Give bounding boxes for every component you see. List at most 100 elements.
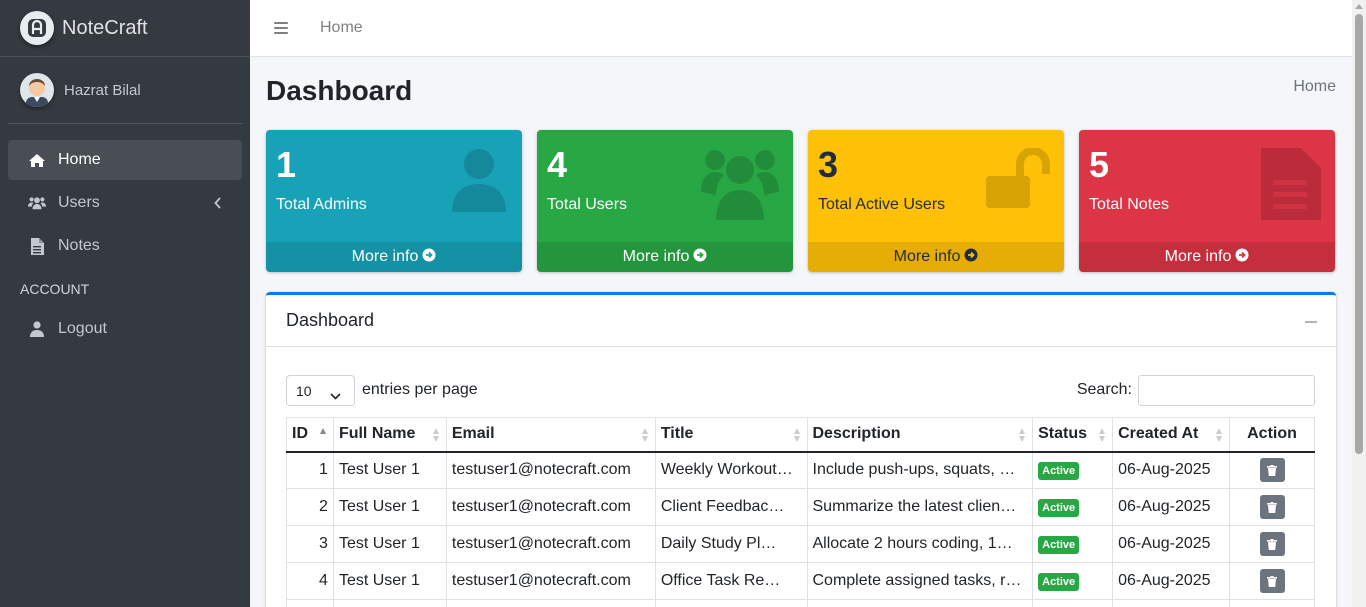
delete-button[interactable] xyxy=(1259,495,1285,519)
stat-label: Total Notes xyxy=(1089,196,1170,213)
column-header-status[interactable]: Status xyxy=(1032,417,1114,453)
table-header-row: ID Full Name Email Title Description Sta… xyxy=(286,417,1315,453)
entries-per-page-select[interactable]: 10 xyxy=(286,375,355,406)
users-icon xyxy=(28,195,46,211)
status-badge: Active xyxy=(1038,498,1080,517)
unlock-icon xyxy=(984,147,1050,213)
sidebar-item-notes[interactable]: Notes xyxy=(8,226,242,266)
user-icon xyxy=(450,148,508,217)
cell-full-name: Test User 1 xyxy=(332,562,447,600)
sort-icon xyxy=(1099,428,1106,442)
stat-value: 4 xyxy=(547,144,568,185)
more-info-link[interactable]: More info xyxy=(537,242,793,272)
sort-icon xyxy=(1216,428,1223,442)
more-info-label: More info xyxy=(622,248,690,265)
sort-icon xyxy=(793,428,801,442)
stat-box-users: 4 Total Users More info xyxy=(537,130,793,272)
file-icon xyxy=(1261,148,1321,225)
cell-status: Active xyxy=(1032,451,1114,489)
cell-created-at: 06-Aug-2025 xyxy=(1112,525,1231,563)
cell-email: testuser1@notecraft.com xyxy=(445,525,656,563)
sidebar-item-label: Home xyxy=(58,151,101,168)
stat-box-notes: 5 Total Notes More info xyxy=(1079,130,1335,272)
table-row: 2 Test User 1 testuser1@notecraft.com Cl… xyxy=(286,488,1315,526)
column-header-id[interactable]: ID xyxy=(286,417,334,453)
breadcrumb[interactable]: Home xyxy=(1293,78,1336,96)
more-info-link[interactable]: More info xyxy=(266,242,522,272)
stat-box-admins: 1 Total Admins More info xyxy=(266,130,522,272)
search-input[interactable] xyxy=(1138,375,1315,406)
sidebar-item-users[interactable]: Users xyxy=(8,183,242,223)
sidebar-item-label: Notes xyxy=(58,237,100,254)
more-info-link[interactable]: More info xyxy=(808,242,1064,272)
search-label: Search: xyxy=(1076,381,1132,398)
sort-icon xyxy=(432,428,440,442)
sidebar-item-logout[interactable]: Logout xyxy=(8,309,242,349)
user-icon xyxy=(28,321,46,337)
sidebar-item-home[interactable]: Home xyxy=(8,140,242,180)
chevron-left-icon xyxy=(214,196,222,214)
cell-id: 3 xyxy=(286,525,334,563)
brand-link[interactable]: NoteCraft xyxy=(0,0,250,57)
column-header-action: Action xyxy=(1229,417,1315,453)
sidebar-item-label: Users xyxy=(58,194,100,211)
cell-action xyxy=(1229,451,1315,489)
scroll-up-arrow-icon[interactable] xyxy=(1355,4,1363,9)
sort-icon xyxy=(641,428,649,442)
menu-toggle-icon[interactable] xyxy=(274,22,288,34)
status-badge: Active xyxy=(1038,535,1080,554)
cell-email: testuser1@notecraft.com xyxy=(445,451,656,489)
table-row xyxy=(286,599,1315,607)
scrollbar-thumb[interactable] xyxy=(1355,14,1363,454)
top-nav-home-link[interactable]: Home xyxy=(320,19,363,37)
delete-button[interactable] xyxy=(1259,458,1285,483)
column-header-email[interactable]: Email xyxy=(445,417,656,453)
sidebar-nav: Home Users Notes ACCOUNT Logout xyxy=(0,124,250,349)
arrow-circle-right-icon xyxy=(1235,248,1249,267)
arrow-circle-right-icon xyxy=(422,248,436,267)
cell-created-at: 06-Aug-2025 xyxy=(1112,488,1231,526)
column-header-full-name[interactable]: Full Name xyxy=(332,417,447,453)
avatar xyxy=(20,73,54,107)
sidebar-section-header: ACCOUNT xyxy=(20,281,90,297)
cell-title: Office Task Re… xyxy=(654,562,808,600)
user-panel[interactable]: Hazrat Bilal xyxy=(8,57,242,124)
cell-partial xyxy=(286,599,334,607)
entries-select-value: 10 xyxy=(296,382,312,399)
cell-id: 2 xyxy=(286,488,334,526)
delete-button[interactable] xyxy=(1259,569,1285,593)
status-badge: Active xyxy=(1038,572,1080,591)
minus-icon[interactable] xyxy=(1305,321,1317,323)
cell-description: Complete assigned tasks, r… xyxy=(806,562,1034,600)
table-row: 3 Test User 1 testuser1@notecraft.com Da… xyxy=(286,525,1315,563)
stat-value: 1 xyxy=(276,144,297,185)
cell-full-name: Test User 1 xyxy=(332,525,447,563)
column-header-title[interactable]: Title xyxy=(654,417,808,453)
cell-action xyxy=(1229,488,1315,526)
cell-description: Allocate 2 hours coding, 1… xyxy=(806,525,1034,563)
more-info-link[interactable]: More info xyxy=(1079,242,1335,272)
brand-name: NoteCraft xyxy=(62,16,148,39)
trash-icon xyxy=(1267,538,1277,550)
cell-status: Active xyxy=(1032,525,1114,563)
stat-value: 5 xyxy=(1089,144,1110,185)
page-scrollbar[interactable] xyxy=(1352,0,1366,607)
file-icon xyxy=(28,237,46,255)
delete-button[interactable] xyxy=(1259,532,1285,556)
page-title: Dashboard xyxy=(266,75,413,106)
status-badge: Active xyxy=(1038,461,1080,480)
column-header-created-at[interactable]: Created At xyxy=(1112,417,1231,453)
sidebar-item-label: Logout xyxy=(58,320,107,337)
cell-action xyxy=(1229,562,1315,600)
trash-icon xyxy=(1267,575,1277,587)
cell-created-at: 06-Aug-2025 xyxy=(1112,562,1231,600)
column-header-description[interactable]: Description xyxy=(806,417,1034,453)
cell-title: Client Feedbac… xyxy=(654,488,808,526)
sort-asc-icon xyxy=(319,428,327,442)
more-info-label: More info xyxy=(351,248,419,265)
table-row: 4 Test User 1 testuser1@notecraft.com Of… xyxy=(286,562,1315,600)
cell-created-at: 06-Aug-2025 xyxy=(1112,451,1231,489)
more-info-label: More info xyxy=(893,248,961,265)
cell-status: Active xyxy=(1032,562,1114,600)
stat-boxes: 1 Total Admins More info 4 Total Users M… xyxy=(266,130,1336,272)
